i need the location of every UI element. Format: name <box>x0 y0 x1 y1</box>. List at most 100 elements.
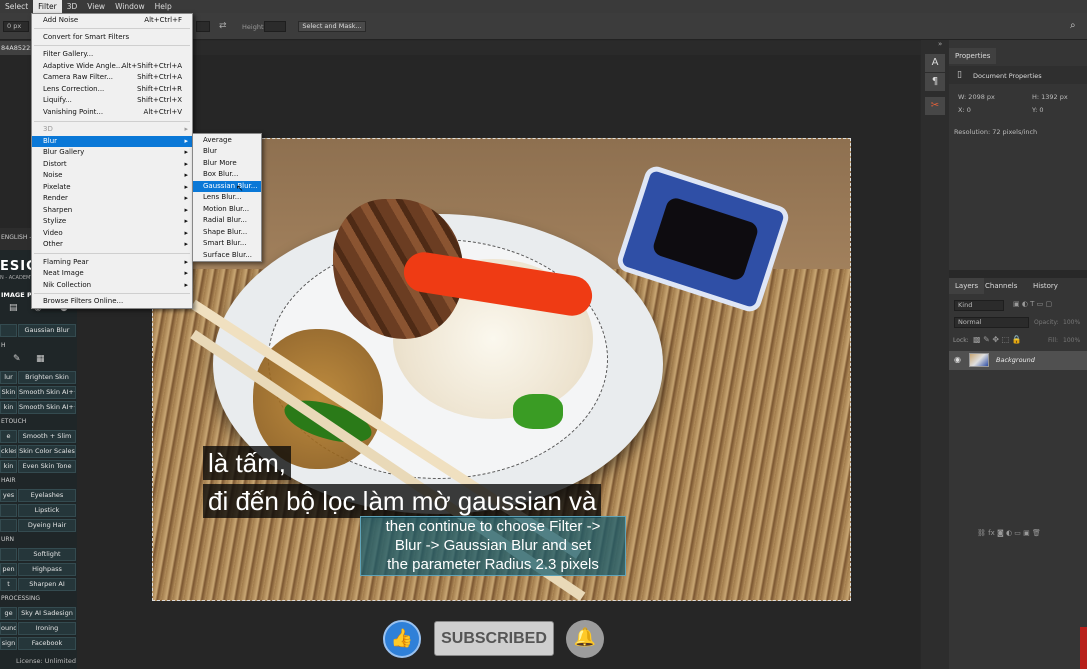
plugin-btn-left-13[interactable]: ge <box>0 607 17 620</box>
plugin-btn-left-8[interactable] <box>0 504 17 517</box>
blur-item-blur[interactable]: Blur <box>193 146 261 157</box>
lock-icons[interactable]: ▩ ✎ ✥ ⬚ 🔒 <box>973 335 1022 344</box>
search-icon[interactable]: ⌕ <box>1070 20 1076 31</box>
menu-item-pixelate[interactable]: Pixelate ▸ <box>32 182 192 193</box>
menu-item-nik-collection[interactable]: Nik Collection ▸ <box>32 280 192 291</box>
collapse-icon[interactable]: » <box>938 40 942 48</box>
menu-item-other[interactable]: Other ▸ <box>32 239 192 250</box>
plugin-btn-left-11[interactable]: pen <box>0 563 17 576</box>
plugin-btn-left-15[interactable]: sign <box>0 637 17 650</box>
tab-channels[interactable]: Channels <box>979 278 1023 294</box>
plugin-btn-left-14[interactable]: ound <box>0 622 17 635</box>
plugin-btn-left-9[interactable] <box>0 519 17 532</box>
smooth-skin-aipp-button[interactable]: Smooth Skin AI++ <box>18 386 76 399</box>
brighten-skin-button[interactable]: Brighten Skin <box>18 371 76 384</box>
menu-item-camera-raw[interactable]: Camera Raw Filter... Shift+Ctrl+A <box>32 72 192 83</box>
menu-item-neat-image[interactable]: Neat Image ▸ <box>32 268 192 279</box>
eyelashes-button[interactable]: Eyelashes <box>18 489 76 502</box>
highpass-button[interactable]: Highpass <box>18 563 76 576</box>
plugin-btn-left-1[interactable]: lur <box>0 371 17 384</box>
dyeing-hair-button[interactable]: Dyeing Hair <box>18 519 76 532</box>
height-field[interactable] <box>264 21 286 32</box>
filter-icons[interactable]: ▣ ◐ T ▭ ▢ <box>1013 300 1052 308</box>
grid-icon[interactable]: ▦ <box>36 354 45 364</box>
menu-window[interactable]: Window <box>110 0 150 13</box>
plugin-btn-left-7[interactable]: yes <box>0 489 17 502</box>
menu-select[interactable]: Select <box>0 0 33 13</box>
opacity-value[interactable]: 100% <box>1063 319 1080 326</box>
menu-view[interactable]: View <box>82 0 110 13</box>
menu-item-flaming-pear[interactable]: Flaming Pear ▸ <box>32 257 192 268</box>
menu-item-liquify[interactable]: Liquify... Shift+Ctrl+X <box>32 95 192 106</box>
plugin-btn-left-4[interactable]: e <box>0 430 17 443</box>
plugin-btn-left-12[interactable]: t <box>0 578 17 591</box>
plugin-btn-left-10[interactable] <box>0 548 17 561</box>
menu-item-video[interactable]: Video ▸ <box>32 228 192 239</box>
menu-item-noise[interactable]: Noise ▸ <box>32 170 192 181</box>
eye-visibility-icon[interactable]: ◉ <box>954 355 961 364</box>
bell-icon[interactable]: 🔔 <box>566 620 604 658</box>
plugin-btn-left-3[interactable]: kin <box>0 401 17 414</box>
gaussian-blur-button[interactable]: Gaussian Blur <box>18 324 76 337</box>
menu-item-browse-filters[interactable]: Browse Filters Online... <box>32 296 192 307</box>
blur-item-motion-blur[interactable]: Motion Blur... <box>193 204 261 215</box>
feather-field[interactable]: 0 px <box>3 21 29 32</box>
blend-mode-select[interactable]: Normal <box>954 317 1029 328</box>
blur-item-box-blur[interactable]: Box Blur... <box>193 169 261 180</box>
blur-item-average[interactable]: Average <box>193 135 261 146</box>
swap-icon[interactable]: ⇄ <box>219 21 227 31</box>
character-icon[interactable]: A <box>925 54 945 72</box>
menu-item-stylize[interactable]: Stylize ▸ <box>32 216 192 227</box>
sharpen-ai-button[interactable]: Sharpen AI <box>18 578 76 591</box>
blur-item-lens-blur[interactable]: Lens Blur... <box>193 192 261 203</box>
blur-item-gaussian-blur[interactable]: Gaussian Blur... <box>193 181 261 192</box>
menu-item-blur-gallery[interactable]: Blur Gallery ▸ <box>32 147 192 158</box>
width-field[interactable] <box>196 21 210 32</box>
tab-history[interactable]: History <box>1027 278 1064 294</box>
lipstick-button[interactable]: Lipstick <box>18 504 76 517</box>
menu-item-distort[interactable]: Distort ▸ <box>32 159 192 170</box>
fill-value[interactable]: 100% <box>1063 337 1080 344</box>
menu-3d[interactable]: 3D <box>62 0 83 13</box>
plugin-btn-left-6[interactable]: kin <box>0 460 17 473</box>
plugin-btn-left-5[interactable]: ckles <box>0 445 17 458</box>
plugin-btn-left-2[interactable]: Skin <box>0 386 17 399</box>
subscribed-button[interactable]: SUBSCRIBED <box>434 621 554 656</box>
blur-item-smart-blur[interactable]: Smart Blur... <box>193 238 261 249</box>
softlight-button[interactable]: Softlight <box>18 548 76 561</box>
adjust-icon[interactable]: ✂ <box>925 97 945 115</box>
layer-footer-icons[interactable]: ⛓ fx ◙ ◐ ▭ ▣ 🗑 <box>977 529 1041 537</box>
facebook-button[interactable]: Facebook <box>18 637 76 650</box>
brush-icon[interactable]: ✎ <box>13 354 21 364</box>
select-and-mask-button[interactable]: Select and Mask... <box>298 21 366 32</box>
sky-ai-sadesign-button[interactable]: Sky AI Sadesign <box>18 607 76 620</box>
like-thumb-icon[interactable]: 👍 <box>383 620 421 658</box>
menu-item-convert-smart[interactable]: Convert for Smart Filters <box>32 32 192 43</box>
blur-item-radial-blur[interactable]: Radial Blur... <box>193 215 261 226</box>
menu-filter[interactable]: Filter <box>33 0 62 13</box>
menu-item-vanishing-point[interactable]: Vanishing Point... Alt+Ctrl+V <box>32 107 192 118</box>
paragraph-icon[interactable]: ¶ <box>925 73 945 91</box>
smooth-skin-aippp-button[interactable]: Smooth Skin AI+++ <box>18 401 76 414</box>
menu-item-filter-gallery[interactable]: Filter Gallery... <box>32 49 192 60</box>
smooth-slim-button[interactable]: Smooth + Slim <box>18 430 76 443</box>
blur-item-blur-more[interactable]: Blur More <box>193 158 261 169</box>
ironing-button[interactable]: Ironing <box>18 622 76 635</box>
menu-item-render[interactable]: Render ▸ <box>32 193 192 204</box>
menu-item-lens-correction[interactable]: Lens Correction... Shift+Ctrl+R <box>32 84 192 95</box>
tab-properties[interactable]: Properties <box>949 48 997 64</box>
blur-item-surface-blur[interactable]: Surface Blur... <box>193 250 261 261</box>
document-tab[interactable]: 84A85225 <box>0 41 34 55</box>
file-icon[interactable]: ▤ <box>9 303 18 313</box>
plugin-btn-left-0[interactable] <box>0 324 17 337</box>
menu-item-blur[interactable]: Blur ▸ <box>32 136 192 147</box>
blur-item-shape-blur[interactable]: Shape Blur... <box>193 227 261 238</box>
skin-color-scales-button[interactable]: Skin Color Scales <box>18 445 76 458</box>
kind-filter[interactable]: Kind <box>954 300 1004 311</box>
menu-item-add-noise[interactable]: Add Noise Alt+Ctrl+F <box>32 15 192 26</box>
layer-row-background[interactable]: ◉ Background <box>949 351 1087 370</box>
menu-item-adaptive-wide[interactable]: Adaptive Wide Angle... Alt+Shift+Ctrl+A <box>32 61 192 72</box>
menu-item-sharpen[interactable]: Sharpen ▸ <box>32 205 192 216</box>
menu-help[interactable]: Help <box>150 0 177 13</box>
even-skin-tone-button[interactable]: Even Skin Tone <box>18 460 76 473</box>
